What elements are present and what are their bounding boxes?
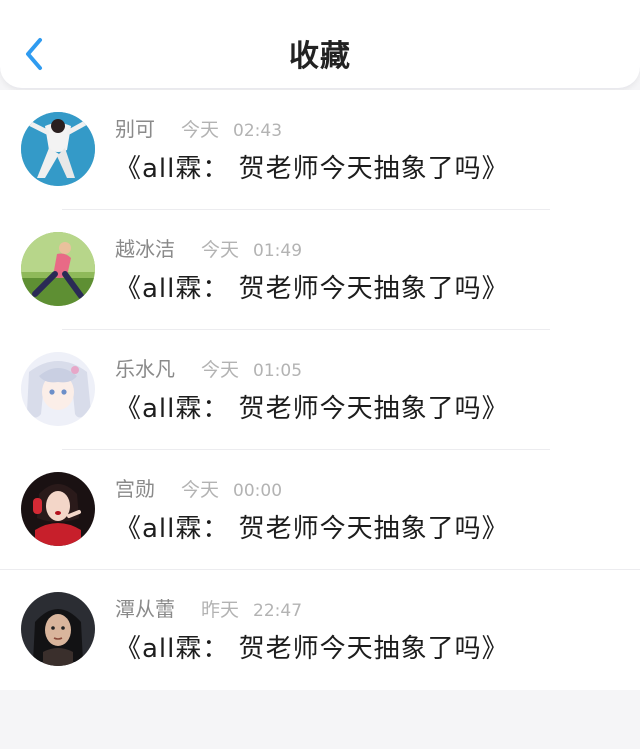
- message-text: 《all霖： 贺老师今天抽象了吗》: [115, 634, 509, 664]
- page-title: 收藏: [289, 39, 351, 74]
- list-item[interactable]: 潭从蕾 昨天 22:47 《all霖： 贺老师今天抽象了吗》: [0, 570, 640, 690]
- message-time: 01:05: [253, 361, 303, 381]
- message-meta: 潭从蕾 昨天 22:47: [115, 593, 302, 623]
- message-text: 《all霖： 贺老师今天抽象了吗》: [115, 514, 509, 544]
- list-item[interactable]: 乐水凡 今天 01:05 《all霖： 贺老师今天抽象了吗》: [0, 330, 640, 450]
- message-time: 02:43: [233, 121, 283, 141]
- list-item[interactable]: 宫勋 今天 00:00 《all霖： 贺老师今天抽象了吗》: [0, 450, 640, 570]
- message-day: 今天: [181, 479, 220, 501]
- avatar: [21, 592, 95, 666]
- sender-name: 乐水凡: [115, 357, 175, 381]
- message-meta: 宫勋 今天 00:00: [115, 473, 282, 503]
- avatar: [21, 472, 95, 546]
- message-day: 今天: [201, 239, 240, 261]
- top-bar: 收藏: [0, 0, 640, 89]
- message-text: 《all霖： 贺老师今天抽象了吗》: [115, 394, 509, 424]
- avatar: [21, 352, 95, 426]
- favorites-list: 别可 今天 02:43 《all霖： 贺老师今天抽象了吗》 越冰洁 今天 01:…: [0, 90, 640, 690]
- sender-name: 宫勋: [115, 477, 155, 501]
- message-day: 今天: [181, 119, 220, 141]
- message-time: 22:47: [253, 601, 303, 621]
- sender-name: 潭从蕾: [115, 597, 175, 621]
- sender-name: 别可: [115, 117, 155, 141]
- message-meta: 乐水凡 今天 01:05: [115, 353, 302, 383]
- message-meta: 越冰洁 今天 01:49: [115, 233, 302, 263]
- list-item[interactable]: 别可 今天 02:43 《all霖： 贺老师今天抽象了吗》: [0, 90, 640, 210]
- sender-name: 越冰洁: [115, 237, 175, 261]
- message-text: 《all霖： 贺老师今天抽象了吗》: [115, 274, 509, 304]
- message-time: 01:49: [253, 241, 303, 261]
- list-item[interactable]: 越冰洁 今天 01:49 《all霖： 贺老师今天抽象了吗》: [0, 210, 640, 330]
- message-meta: 别可 今天 02:43: [115, 113, 282, 143]
- message-day: 昨天: [201, 599, 240, 621]
- message-day: 今天: [201, 359, 240, 381]
- message-time: 00:00: [233, 481, 283, 501]
- avatar: [21, 112, 95, 186]
- message-text: 《all霖： 贺老师今天抽象了吗》: [115, 154, 509, 184]
- avatar: [21, 232, 95, 306]
